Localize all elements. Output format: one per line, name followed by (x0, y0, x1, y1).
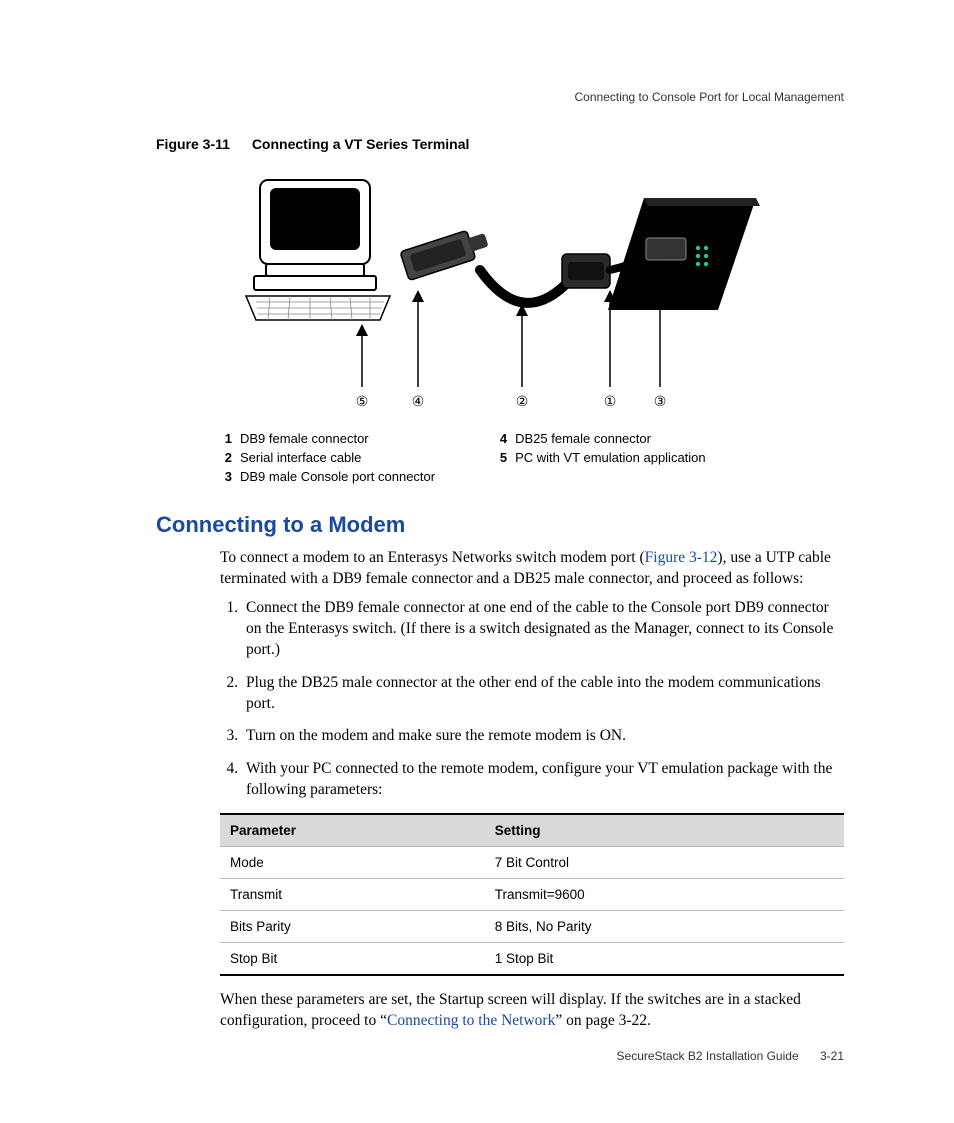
document-page: Connecting to Console Port for Local Man… (0, 0, 954, 1123)
step-item: Plug the DB25 male connector at the othe… (242, 673, 844, 715)
figure-link[interactable]: Figure 3-12 (645, 549, 718, 566)
figure-number: Figure 3-11 (156, 136, 230, 152)
procedure-list: Connect the DB9 female connector at one … (220, 598, 844, 801)
table-row: Stop Bit 1 Stop Bit (220, 943, 844, 976)
guide-name: SecureStack B2 Installation Guide (617, 1049, 799, 1063)
cable-icon (480, 270, 570, 303)
closing-paragraph: When these parameters are set, the Start… (220, 990, 844, 1032)
callout-numbers: ⑤ ④ ② ① ③ (356, 393, 667, 409)
legend-item: 2 Serial interface cable (220, 450, 435, 465)
svg-text:⑤: ⑤ (356, 393, 369, 409)
step-item: Connect the DB9 female connector at one … (242, 598, 844, 661)
figure-caption: Figure 3-11 Connecting a VT Series Termi… (156, 136, 844, 152)
intro-paragraph: To connect a modem to an Enterasys Netwo… (220, 548, 844, 590)
section-link[interactable]: Connecting to the Network (387, 1012, 555, 1029)
table-row: Mode 7 Bit Control (220, 847, 844, 879)
db9-female-icon (562, 254, 610, 288)
legend-item: 4 DB25 female connector (495, 431, 706, 446)
legend-item: 5 PC with VT emulation application (495, 450, 706, 465)
page-number: 3-21 (820, 1049, 844, 1063)
section-body: To connect a modem to an Enterasys Netwo… (220, 548, 844, 1032)
legend-item: 3 DB9 male Console port connector (220, 469, 435, 484)
figure-illustration: ⑤ ④ ② ① ③ (156, 162, 844, 417)
table-row: Transmit Transmit=9600 (220, 879, 844, 911)
table-header: Setting (485, 814, 844, 847)
vt-terminal-diagram: ⑤ ④ ② ① ③ (240, 162, 760, 412)
switch-device-icon (608, 198, 760, 310)
figure-title: Connecting a VT Series Terminal (252, 136, 470, 152)
step-item: With your PC connected to the remote mod… (242, 759, 844, 801)
svg-text:④: ④ (412, 393, 425, 409)
parameter-table: Parameter Setting Mode 7 Bit Control Tra… (220, 813, 844, 976)
legend-col-right: 4 DB25 female connector 5 PC with VT emu… (495, 431, 706, 484)
page-footer: SecureStack B2 Installation Guide 3-21 (617, 1049, 844, 1063)
legend-col-left: 1 DB9 female connector 2 Serial interfac… (220, 431, 435, 484)
step-item: Turn on the modem and make sure the remo… (242, 726, 844, 747)
running-header: Connecting to Console Port for Local Man… (575, 90, 845, 104)
legend-item: 1 DB9 female connector (220, 431, 435, 446)
table-row: Bits Parity 8 Bits, No Parity (220, 911, 844, 943)
figure-legend: 1 DB9 female connector 2 Serial interfac… (220, 431, 844, 484)
table-header: Parameter (220, 814, 485, 847)
svg-text:①: ① (604, 393, 617, 409)
svg-text:③: ③ (654, 393, 667, 409)
callout-arrows (362, 266, 660, 387)
svg-text:②: ② (516, 393, 529, 409)
pc-icon (246, 180, 390, 320)
section-heading: Connecting to a Modem (156, 512, 844, 538)
